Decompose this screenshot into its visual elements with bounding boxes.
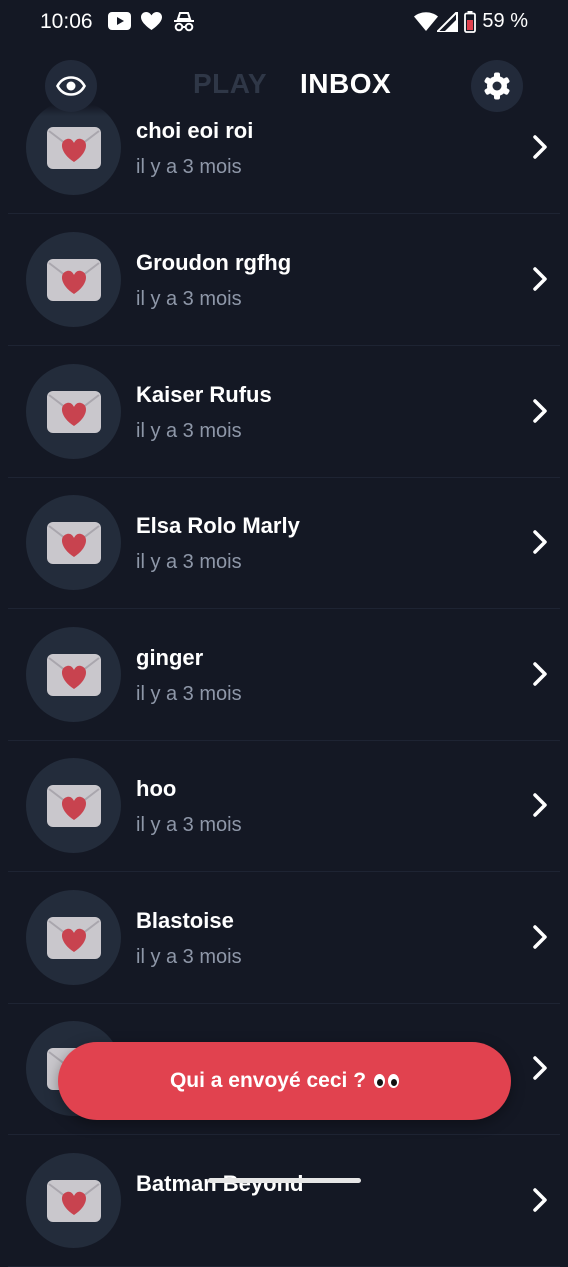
message-time: il y a 3 mois	[136, 288, 242, 310]
home-indicator[interactable]	[208, 1178, 361, 1183]
eyeball-right	[388, 1074, 400, 1088]
incognito-icon	[174, 12, 194, 32]
love-letter-icon	[26, 232, 121, 327]
love-letter-icon	[26, 627, 121, 722]
eyes-emoji-icon	[374, 1074, 400, 1088]
message-time: il y a 3 mois	[136, 551, 242, 573]
chevron-right-icon	[533, 925, 547, 949]
list-item[interactable]: Blastoise il y a 3 mois	[8, 872, 560, 1004]
heart-icon	[141, 12, 162, 30]
message-time: il y a 3 mois	[136, 683, 242, 705]
battery-icon	[464, 11, 476, 33]
signal-icon	[437, 12, 458, 32]
battery-percentage: 59 %	[482, 10, 528, 32]
love-letter-icon	[26, 495, 121, 590]
message-time: il y a 3 mois	[136, 156, 242, 178]
love-letter-icon	[26, 364, 121, 459]
tab-play[interactable]: PLAY	[193, 68, 267, 100]
list-item[interactable]: ginger il y a 3 mois	[8, 609, 560, 741]
status-time: 10:06	[40, 10, 93, 33]
eyeball-left	[374, 1074, 386, 1088]
wifi-icon	[414, 12, 438, 31]
sender-name: hoo	[136, 776, 177, 801]
sender-name: Blastoise	[136, 908, 234, 933]
list-item[interactable]: Groudon rgfhg il y a 3 mois	[8, 214, 560, 346]
sender-name: choi eoi roi	[136, 118, 254, 143]
cta-label: Qui a envoyé ceci ?	[169, 1069, 367, 1092]
message-time: il y a 3 mois	[136, 946, 242, 968]
sender-name: Kaiser Rufus	[136, 382, 272, 407]
youtube-icon	[108, 12, 131, 30]
app-header: PLAY INBOX	[0, 46, 568, 120]
chevron-right-icon	[533, 399, 547, 423]
chevron-right-icon	[533, 1188, 547, 1212]
settings-icon	[484, 72, 510, 100]
sender-name: Groudon rgfhg	[136, 250, 292, 275]
list-item[interactable]: hoo il y a 3 mois	[8, 740, 560, 872]
sender-name: ginger	[136, 645, 204, 670]
chevron-right-icon	[533, 662, 547, 686]
message-time: il y a 3 mois	[136, 814, 242, 836]
sender-name: Elsa Rolo Marly	[136, 513, 300, 538]
status-bar: 10:06 59 %	[0, 0, 568, 46]
love-letter-icon	[26, 890, 121, 985]
list-item[interactable]: Batman Beyond	[8, 1135, 560, 1267]
list-item[interactable]: Kaiser Rufus il y a 3 mois	[8, 346, 560, 478]
love-letter-icon	[26, 758, 121, 853]
list-item[interactable]: Elsa Rolo Marly il y a 3 mois	[8, 477, 560, 609]
settings-button[interactable]	[471, 60, 523, 112]
sender-name: Batman Beyond	[136, 1171, 304, 1196]
eye-icon	[56, 76, 86, 96]
chevron-right-icon	[533, 793, 547, 817]
chevron-right-icon	[533, 530, 547, 554]
eye-button[interactable]	[45, 60, 97, 112]
tab-inbox[interactable]: INBOX	[300, 68, 391, 100]
message-time: il y a 3 mois	[136, 420, 242, 442]
who-sent-this-button[interactable]: Qui a envoyé ceci ?	[58, 1042, 511, 1120]
chevron-right-icon	[533, 135, 547, 159]
chevron-right-icon	[533, 267, 547, 291]
love-letter-icon	[26, 1153, 121, 1248]
chevron-right-icon	[533, 1056, 547, 1080]
